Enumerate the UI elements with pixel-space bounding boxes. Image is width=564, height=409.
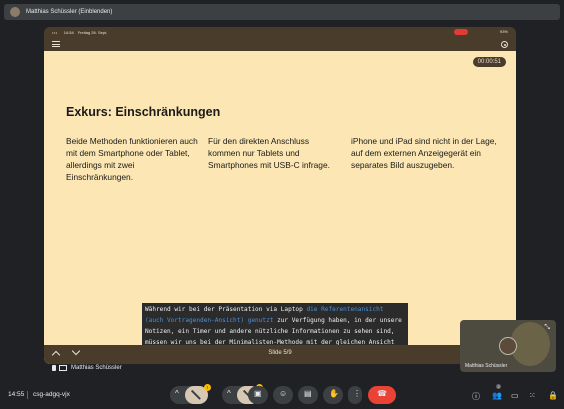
activities-icon[interactable]: ⁙	[529, 391, 536, 400]
screen-share-icon	[59, 365, 67, 371]
ipad-time: 14:54	[63, 29, 74, 35]
participant-count-badge: 2	[496, 384, 502, 389]
presenter-label: Matthias Schüssler	[52, 365, 122, 371]
slide-column-3: iPhone und iPad sind nicht in der Lage, …	[351, 136, 497, 170]
emoji-icon: ☺	[279, 389, 288, 398]
mic-off-icon	[191, 390, 201, 400]
unpin-icon[interactable]: ⤡	[544, 324, 550, 332]
mute-button[interactable]: !	[185, 384, 211, 404]
record-icon[interactable]	[501, 41, 508, 48]
presenter-banner[interactable]: Matthias Schüssler (Einblenden)	[4, 4, 560, 20]
chat-icon[interactable]: ▭	[511, 391, 519, 400]
meeting-controls: 14:55 csg-adgq-vjx ^ ! ^ ! ▣ ☺ ▤ ✋ ⋮ ☎ ⓘ…	[0, 382, 564, 409]
status-dots-icon: •••	[52, 29, 58, 35]
chevron-up-icon[interactable]: ^	[227, 389, 231, 398]
phone-hangup-icon: ☎	[377, 389, 387, 398]
presentation-timer: 00:00:51	[472, 57, 506, 67]
reactions-button[interactable]: ☺	[273, 386, 293, 404]
leave-call-button[interactable]: ☎	[368, 386, 396, 404]
presenter-name: Matthias Schüssler	[71, 365, 122, 371]
more-options-button[interactable]: ⋮	[348, 386, 362, 404]
slide: 00:00:51 Exkurs: Einschränkungen Beide M…	[44, 51, 516, 364]
slide-navigation-bar: Slide 5/9	[44, 345, 516, 364]
avatar	[499, 337, 517, 355]
battery-level: 93%	[499, 29, 508, 34]
slide-column-1: Beide Methoden funktionieren auch mit de…	[66, 136, 198, 182]
recording-indicator-icon	[454, 29, 468, 35]
pin-icon[interactable]	[52, 365, 56, 371]
captions-icon: ▤	[304, 389, 312, 398]
info-icon[interactable]: ⓘ	[472, 391, 480, 402]
present-button[interactable]: ▣	[248, 386, 268, 404]
caption-text-start: Während wir bei der Präsentation via Lap…	[145, 306, 307, 313]
self-video-tile[interactable]: ⤡ Matthias Schüssler	[460, 320, 556, 372]
slide-number: Slide 5/9	[268, 350, 292, 356]
meet-window: Matthias Schüssler (Einblenden) ••• 14:5…	[0, 0, 564, 409]
mic-warning-badge: !	[204, 384, 211, 391]
self-tile-name: Matthias Schüssler	[465, 363, 508, 369]
microphone-control: ^ !	[170, 384, 211, 404]
meeting-code: csg-adgq-vjx	[33, 391, 70, 398]
slide-column-2: Für den direkten Anschluss kommen nur Ta…	[208, 136, 330, 170]
raise-hand-button[interactable]: ✋	[323, 386, 343, 404]
hand-icon: ✋	[329, 389, 339, 398]
shared-screen: ••• 14:54 Freitag 26. Sept. 93% 00:00:51…	[44, 27, 516, 364]
menu-icon[interactable]	[52, 41, 60, 47]
avatar	[10, 7, 20, 17]
more-vertical-icon: ⋮	[353, 389, 361, 398]
ipad-date: Freitag 26. Sept.	[77, 29, 108, 35]
presentation-toolbar	[44, 37, 516, 51]
slide-title: Exkurs: Einschränkungen	[66, 105, 221, 119]
people-icon[interactable]: 👥	[492, 391, 502, 400]
divider	[27, 391, 28, 399]
presenter-banner-title: Matthias Schüssler (Einblenden)	[26, 9, 113, 15]
ipad-status-bar: ••• 14:54 Freitag 26. Sept. 93%	[44, 27, 516, 37]
captions-button[interactable]: ▤	[298, 386, 318, 404]
chevron-up-icon[interactable]: ^	[175, 389, 179, 398]
host-controls-icon[interactable]: 🔒	[548, 391, 558, 400]
meeting-clock: 14:55	[8, 391, 25, 398]
present-icon: ▣	[254, 389, 262, 398]
